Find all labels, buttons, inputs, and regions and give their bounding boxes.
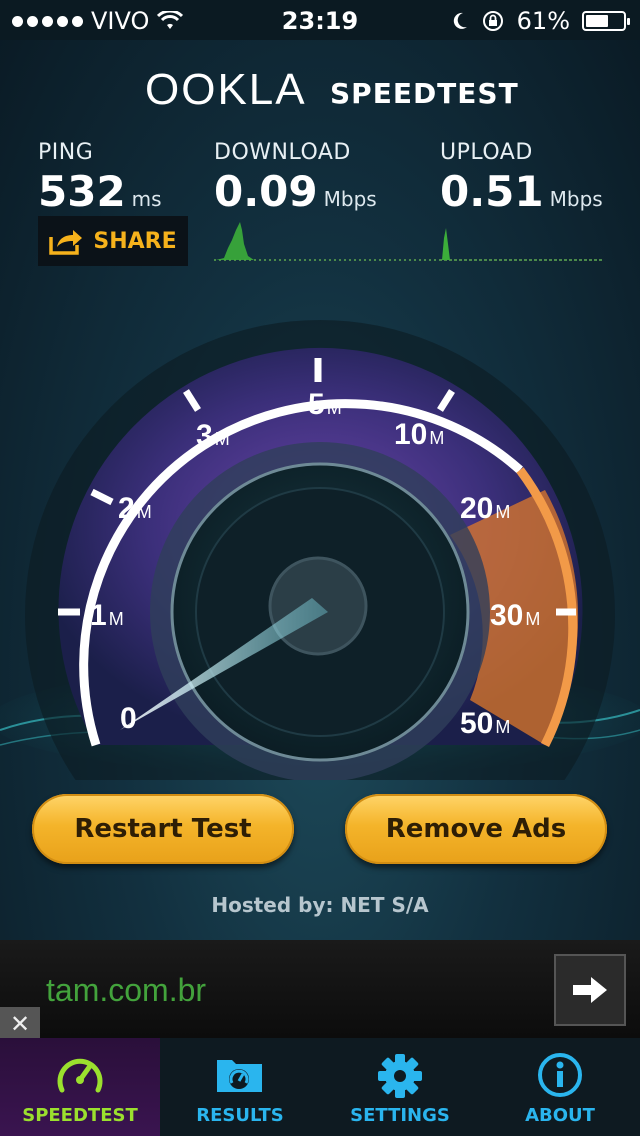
share-button[interactable]: SHARE (38, 216, 188, 266)
upload-stat: UPLOAD 0.51 Mbps (440, 140, 603, 216)
upload-unit: Mbps (549, 187, 603, 211)
status-bar: VIVO 23:19 61% (0, 0, 640, 40)
upload-label: UPLOAD (440, 140, 533, 165)
rotation-lock-icon (482, 11, 503, 31)
speed-gauge: 01 M2 M3 M5 M10 M20 M30 M50 M (25, 320, 615, 780)
tab-settings-label: SETTINGS (350, 1105, 450, 1126)
arrow-right-icon (573, 977, 607, 1003)
tab-settings[interactable]: SETTINGS (320, 1038, 480, 1136)
results-folder-icon (217, 1060, 262, 1092)
tab-results[interactable]: RESULTS (160, 1038, 320, 1136)
tab-bar: SPEEDTEST RESULTS SETTINGS ABOUT (0, 1038, 640, 1136)
tab-speedtest[interactable]: SPEEDTEST (0, 1038, 160, 1136)
download-unit: Mbps (323, 187, 377, 211)
gear-icon (378, 1054, 422, 1098)
share-label: SHARE (93, 228, 177, 254)
info-icon (538, 1053, 582, 1097)
close-icon: ✕ (9, 1010, 31, 1038)
app-header: OOKLA SPEEDTEST (0, 55, 640, 125)
remove-ads-button[interactable]: Remove Ads (345, 794, 607, 864)
download-value: 0.09 (214, 167, 318, 216)
download-stat: DOWNLOAD 0.09 Mbps (214, 140, 377, 216)
tab-speedtest-label: SPEEDTEST (22, 1105, 138, 1126)
battery-percent: 61% (516, 7, 570, 35)
ad-banner[interactable]: tam.com.br ✕ (0, 940, 640, 1041)
upload-graph (440, 228, 605, 261)
hosted-by-text: Hosted by: NET S/A (211, 893, 429, 917)
ping-unit: ms (131, 187, 162, 211)
ookla-logo: OOKLA (145, 65, 307, 114)
tab-about-label: ABOUT (525, 1105, 595, 1126)
share-icon (49, 230, 83, 255)
status-right: 61% (451, 7, 630, 35)
gauge-scale-label: 0 (120, 702, 137, 735)
ad-close-button[interactable]: ✕ (0, 1007, 40, 1041)
ping-label: PING (38, 140, 94, 165)
upload-value: 0.51 (440, 167, 544, 216)
battery-icon (582, 11, 630, 31)
download-label: DOWNLOAD (214, 140, 351, 165)
ad-text[interactable]: tam.com.br (46, 972, 206, 1009)
tab-results-label: RESULTS (196, 1105, 284, 1126)
ping-value: 532 (38, 167, 126, 216)
ping-stat: PING 532 ms (38, 140, 162, 216)
restart-test-button[interactable]: Restart Test (32, 794, 294, 864)
moon-icon (453, 12, 467, 29)
speedometer-icon (57, 1058, 103, 1093)
app-title: SPEEDTEST (330, 77, 519, 110)
tab-about[interactable]: ABOUT (480, 1038, 640, 1136)
ad-arrow-button[interactable] (554, 954, 626, 1026)
